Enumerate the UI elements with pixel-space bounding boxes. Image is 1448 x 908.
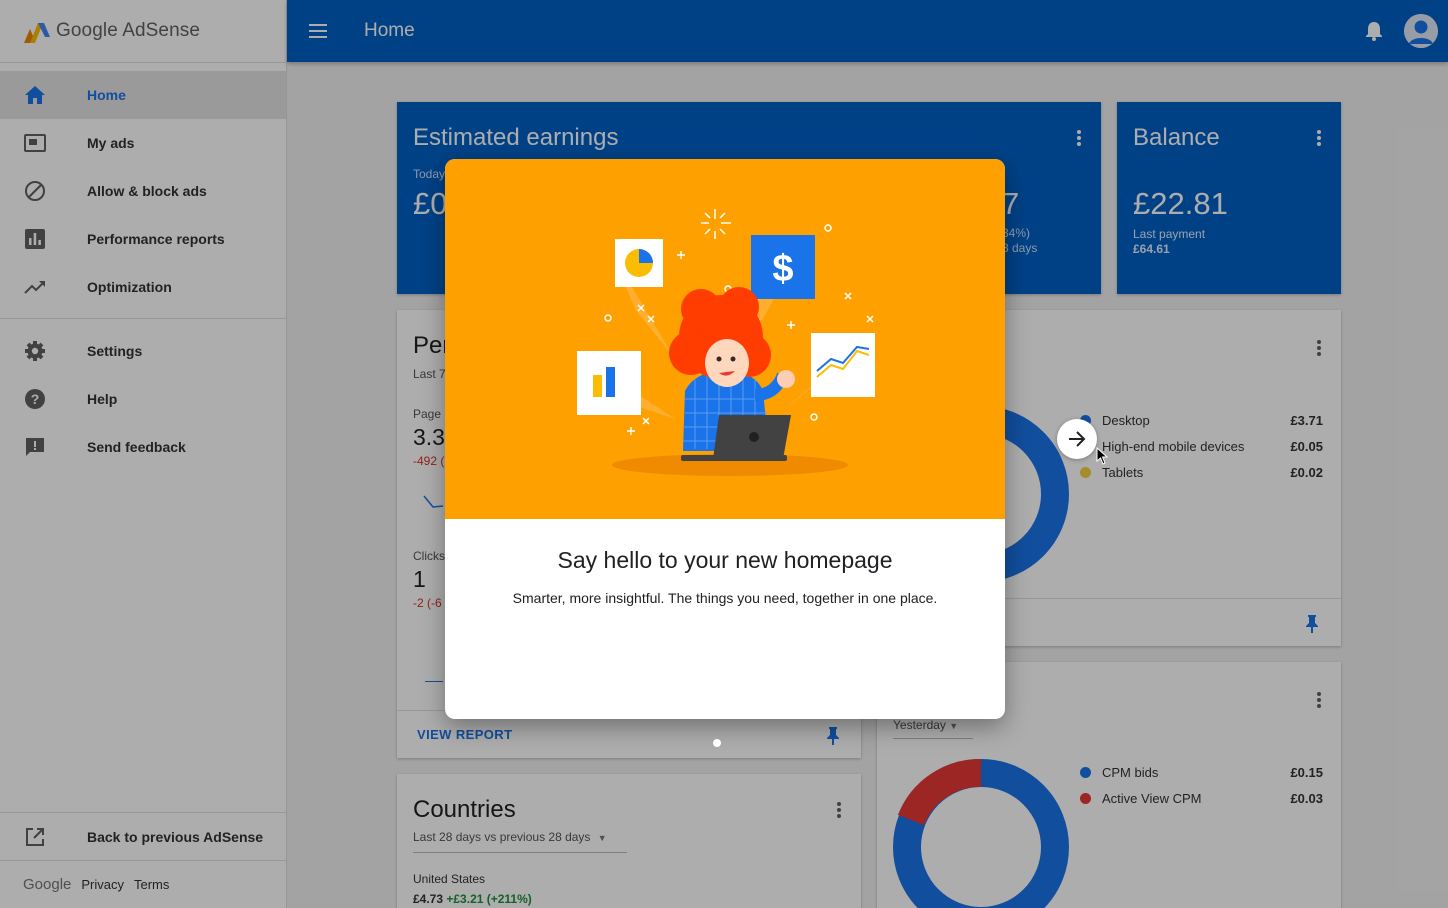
- dialog-subtext: Smarter, more insightful. The things you…: [512, 590, 938, 606]
- arrow-right-icon: [1069, 431, 1086, 447]
- homepage-illustration: $: [577, 209, 875, 476]
- welcome-dialog: $ Say hello to your new homepage Smarter…: [445, 159, 1005, 719]
- carousel-next-button[interactable]: [1057, 419, 1097, 459]
- welcome-illustration: $: [445, 159, 1005, 519]
- carousel-page-indicator[interactable]: [713, 739, 721, 747]
- svg-text:$: $: [772, 248, 793, 290]
- mouse-cursor-icon: [1096, 447, 1108, 465]
- dialog-heading: Say hello to your new homepage: [557, 547, 893, 573]
